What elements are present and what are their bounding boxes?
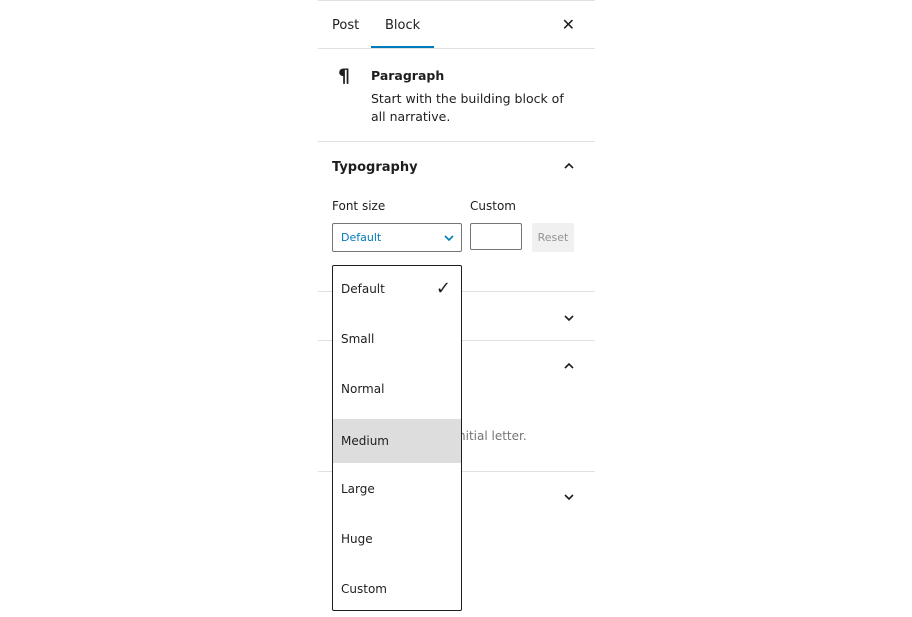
font-size-label: Font size [332, 199, 386, 213]
chevron-down-icon [444, 235, 454, 242]
custom-size-input[interactable] [470, 223, 522, 250]
close-icon[interactable]: ✕ [562, 15, 575, 34]
option-default[interactable]: Default ✓ [333, 266, 461, 316]
help-text: nitial letter. [458, 429, 527, 443]
check-icon: ✓ [435, 278, 451, 299]
font-size-options-list: Default ✓ Small Normal Medium Large Huge … [332, 265, 462, 611]
option-normal[interactable]: Normal [333, 366, 461, 416]
chevron-down-icon[interactable] [563, 491, 575, 503]
option-medium[interactable]: Medium [333, 419, 461, 463]
divider [318, 48, 595, 49]
selected-value: Default [341, 231, 382, 244]
option-huge[interactable]: Huge [333, 516, 461, 566]
tab-post[interactable]: Post [318, 1, 373, 48]
option-large[interactable]: Large [333, 466, 461, 516]
block-description: Start with the building block of all nar… [371, 91, 564, 124]
chevron-up-icon[interactable] [563, 360, 575, 372]
typography-title: Typography [332, 160, 418, 175]
chevron-up-icon[interactable] [563, 160, 575, 172]
option-custom[interactable]: Custom [333, 566, 461, 616]
font-size-select[interactable]: Default [332, 223, 462, 252]
block-name: Paragraph [371, 68, 445, 83]
option-small[interactable]: Small [333, 316, 461, 366]
chevron-down-icon[interactable] [563, 312, 575, 324]
custom-label: Custom [470, 199, 516, 213]
pilcrow-icon: ¶ [338, 65, 351, 87]
tab-block[interactable]: Block [371, 1, 435, 49]
option-label: Default [341, 282, 385, 296]
reset-button[interactable]: Reset [532, 223, 574, 252]
divider [318, 141, 595, 142]
